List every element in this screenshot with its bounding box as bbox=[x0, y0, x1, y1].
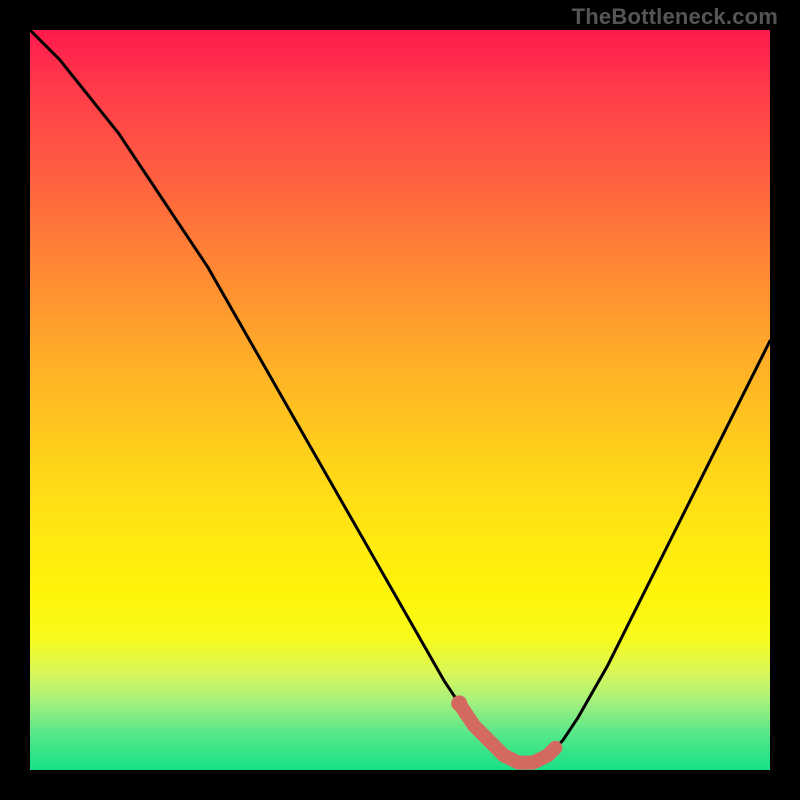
chart-container: TheBottleneck.com bbox=[0, 0, 800, 800]
watermark-text: TheBottleneck.com bbox=[572, 4, 778, 30]
plot-area bbox=[30, 30, 770, 770]
curve-layer bbox=[30, 30, 770, 770]
bottleneck-curve bbox=[30, 30, 770, 763]
highlight-start-dot bbox=[451, 695, 467, 711]
highlight-segment bbox=[459, 703, 555, 762]
